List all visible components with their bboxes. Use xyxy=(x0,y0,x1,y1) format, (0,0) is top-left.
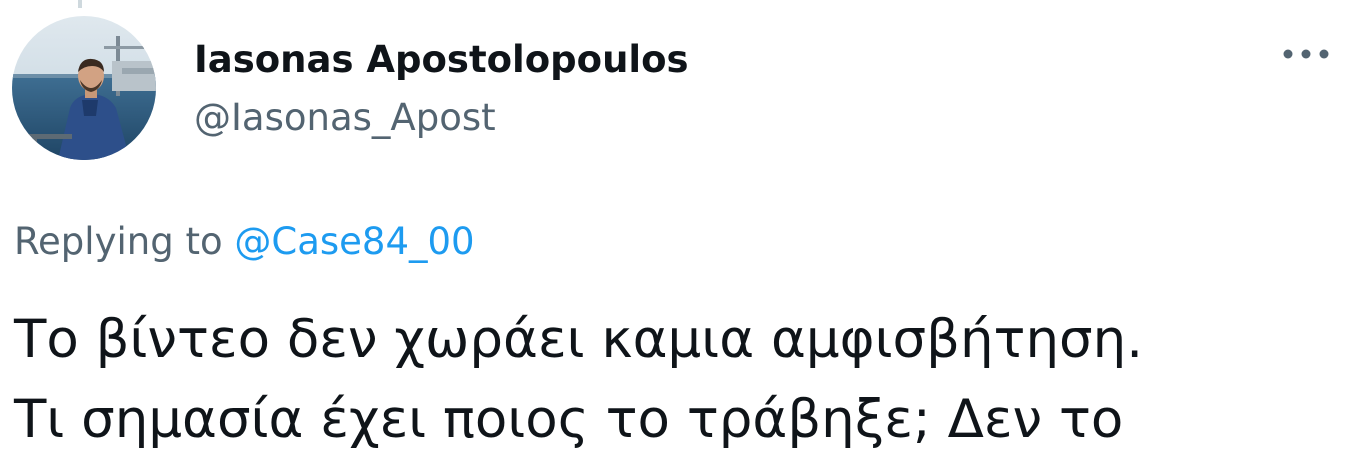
author-display-name[interactable]: Iasonas Apostolopoulos xyxy=(194,36,689,84)
replying-to-line: Replying to @Case84_00 xyxy=(14,218,475,266)
more-options-button[interactable] xyxy=(1276,36,1336,72)
tweet-text-line: Τι σημασία έχει ποιος το τράβηξε; Δεν το xyxy=(14,389,1124,450)
thread-connector-line xyxy=(78,0,82,8)
avatar-photo-icon xyxy=(12,16,156,160)
author-avatar[interactable] xyxy=(12,16,156,160)
reply-mention-link[interactable]: @Case84_00 xyxy=(234,220,474,263)
tweet-body: Το βίντεο δεν χωράει καμια αμφισβήτηση. … xyxy=(14,300,1344,460)
author-handle[interactable]: @Iasonas_Apost xyxy=(194,94,496,142)
tweet-text-line: Το βίντεο δεν χωράει καμια αμφισβήτηση. xyxy=(14,309,1144,370)
more-horizontal-icon xyxy=(1283,49,1329,59)
replying-to-label: Replying to xyxy=(14,220,235,263)
